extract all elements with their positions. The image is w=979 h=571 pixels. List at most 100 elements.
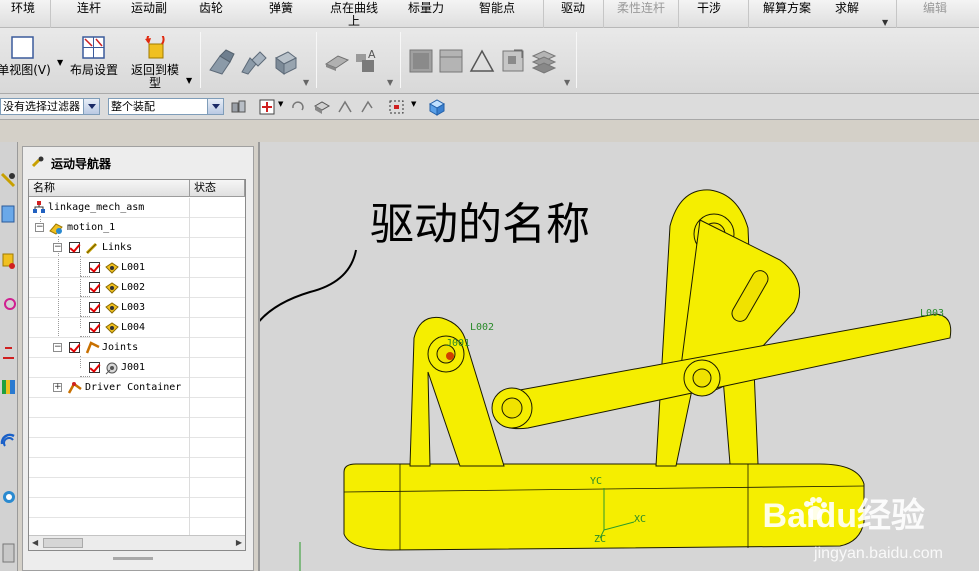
joint-marker[interactable] <box>446 352 454 360</box>
visibility-checkbox[interactable] <box>89 302 100 313</box>
label-xc: XC <box>634 514 647 525</box>
chevron-down-icon[interactable] <box>207 99 223 114</box>
rod-end-hole <box>501 397 523 419</box>
part-tab-icon[interactable] <box>0 248 17 274</box>
history-tab-icon[interactable] <box>0 340 17 366</box>
chevron-down-icon[interactable]: ▼ <box>387 78 393 87</box>
chevron-down-icon[interactable]: ▼ <box>186 76 192 85</box>
tree-label-links: Links <box>102 242 133 253</box>
undo-arrow-icon[interactable] <box>290 98 306 116</box>
motion-navigator-tab-icon[interactable] <box>0 168 17 194</box>
menu-smart-point[interactable]: 智能点 <box>476 2 518 26</box>
type-filter-select[interactable]: 没有选择过滤器 <box>0 98 100 115</box>
scroll-left-icon[interactable]: ◀ <box>32 538 38 547</box>
chevron-down-icon[interactable]: ▼ <box>882 18 888 27</box>
navigator-tree: 名称 状态 linkage_mech_asm − motion_1 − Link… <box>28 179 246 551</box>
annotation-stroke <box>260 249 357 322</box>
cube-icon[interactable] <box>428 98 446 116</box>
assembly-tab-icon[interactable] <box>0 202 17 228</box>
collapse-icon[interactable]: − <box>35 223 44 232</box>
part-select-icon[interactable] <box>313 98 331 116</box>
chevron-down-icon[interactable]: ▼ <box>411 100 416 108</box>
menu-gear[interactable]: 齿轮 <box>196 2 226 26</box>
stack-layers-icon[interactable] <box>531 48 557 74</box>
grid-layout-icon <box>82 36 105 59</box>
scrollbar-thumb[interactable] <box>43 538 83 548</box>
visibility-checkbox[interactable] <box>89 322 100 333</box>
menu-driver[interactable]: 驱动 <box>558 2 588 26</box>
tree-row-links[interactable]: − Links <box>29 238 245 258</box>
column-header-name[interactable]: 名称 <box>29 180 190 197</box>
scroll-right-icon[interactable]: ▶ <box>236 538 242 547</box>
web-browser-tab-icon[interactable] <box>0 430 17 456</box>
analysis-grid-icon[interactable] <box>408 48 434 74</box>
tree-row-joint[interactable]: J001 <box>29 358 245 378</box>
column-divider <box>189 258 190 278</box>
column-divider <box>189 378 190 398</box>
menu-solution[interactable]: 解算方案 <box>760 2 814 26</box>
chevron-down-icon[interactable]: ▼ <box>564 78 570 87</box>
column-header-status[interactable]: 状态 <box>190 180 245 197</box>
menu-scalar-force[interactable]: 标量力 <box>405 2 447 26</box>
constraint-tab-icon[interactable] <box>0 292 17 318</box>
tree-row-link[interactable]: L004 <box>29 318 245 338</box>
graph-icon[interactable] <box>500 48 526 74</box>
tree-row-link[interactable]: L002 <box>29 278 245 298</box>
text-label-icon[interactable]: A <box>354 46 382 74</box>
visibility-checkbox[interactable] <box>89 282 100 293</box>
return-to-model-button[interactable]: 返回到模型 <box>126 34 184 90</box>
return-arrow-icon <box>145 36 165 59</box>
palette-tab-icon[interactable] <box>0 374 17 400</box>
single-view-label: 单视图(V) <box>0 63 51 77</box>
toolbar-separator <box>200 32 201 88</box>
type-filter-value: 没有选择过滤器 <box>3 100 80 113</box>
tree-row-link[interactable]: L003 <box>29 298 245 318</box>
menu-spring[interactable]: 弹簧 <box>266 2 296 26</box>
link-folder-icon <box>85 242 98 255</box>
assembly-filter-icon[interactable] <box>230 98 248 116</box>
gear-tool-icon[interactable] <box>270 48 300 76</box>
single-view-button[interactable]: 单视图(V) <box>0 34 52 90</box>
tree-row-link[interactable]: L001 <box>29 258 245 278</box>
marquee-select-icon[interactable] <box>388 98 406 116</box>
tree-row-driver-container[interactable]: + Driver Container <box>29 378 245 398</box>
layout-settings-button[interactable]: 布局设置 <box>66 34 122 90</box>
visibility-checkbox[interactable] <box>69 242 80 253</box>
joint-tool-icon[interactable] <box>238 48 268 76</box>
visibility-checkbox[interactable] <box>89 262 100 273</box>
visibility-checkbox[interactable] <box>69 342 80 353</box>
watermark-logo: Baidu经验 <box>762 497 925 535</box>
visibility-checkbox[interactable] <box>89 362 100 373</box>
fix-icon[interactable] <box>336 98 354 116</box>
rotate-icon[interactable] <box>358 98 376 116</box>
panel-splitter[interactable] <box>113 557 153 560</box>
menu-joint[interactable]: 运动副 <box>128 2 170 26</box>
menu-environment[interactable]: 环境 <box>8 2 38 26</box>
menu-link[interactable]: 连杆 <box>74 2 104 26</box>
chevron-down-icon[interactable] <box>83 99 99 114</box>
triangle-icon[interactable] <box>469 48 495 74</box>
column-divider <box>189 278 190 298</box>
menu-point-on-curve[interactable]: 点在曲线上 <box>326 2 382 28</box>
chevron-down-icon[interactable]: ▼ <box>278 100 283 108</box>
collapse-icon[interactable]: − <box>53 243 62 252</box>
collapse-icon[interactable]: − <box>53 343 62 352</box>
driver-tool-icon[interactable] <box>324 50 350 72</box>
snap-point-icon[interactable] <box>258 98 276 116</box>
tree-row-root[interactable]: linkage_mech_asm <box>29 198 245 218</box>
menu-solve[interactable]: 求解 <box>832 2 862 26</box>
chevron-down-icon[interactable]: ▼ <box>303 78 309 87</box>
tree-label-driver-container: Driver Container <box>85 382 182 393</box>
tree-row-joints[interactable]: − Joints <box>29 338 245 358</box>
link-tool-icon[interactable] <box>206 48 236 76</box>
expand-icon[interactable]: + <box>53 383 62 392</box>
roles-tab-icon[interactable] <box>0 540 17 566</box>
table-icon[interactable] <box>438 48 464 74</box>
graphics-window[interactable]: 驱动的名称 L002 J001 L003 YC XC ZC Baidu经验 ji… <box>258 142 979 571</box>
tree-row-motion[interactable]: − motion_1 <box>29 218 245 238</box>
selection-scope-select[interactable]: 整个装配 <box>108 98 224 115</box>
chevron-down-icon[interactable]: ▼ <box>57 58 63 67</box>
menu-interference[interactable]: 干涉 <box>694 2 724 26</box>
system-materials-tab-icon[interactable] <box>0 484 17 510</box>
horizontal-scrollbar[interactable]: ◀ ▶ <box>29 535 245 550</box>
